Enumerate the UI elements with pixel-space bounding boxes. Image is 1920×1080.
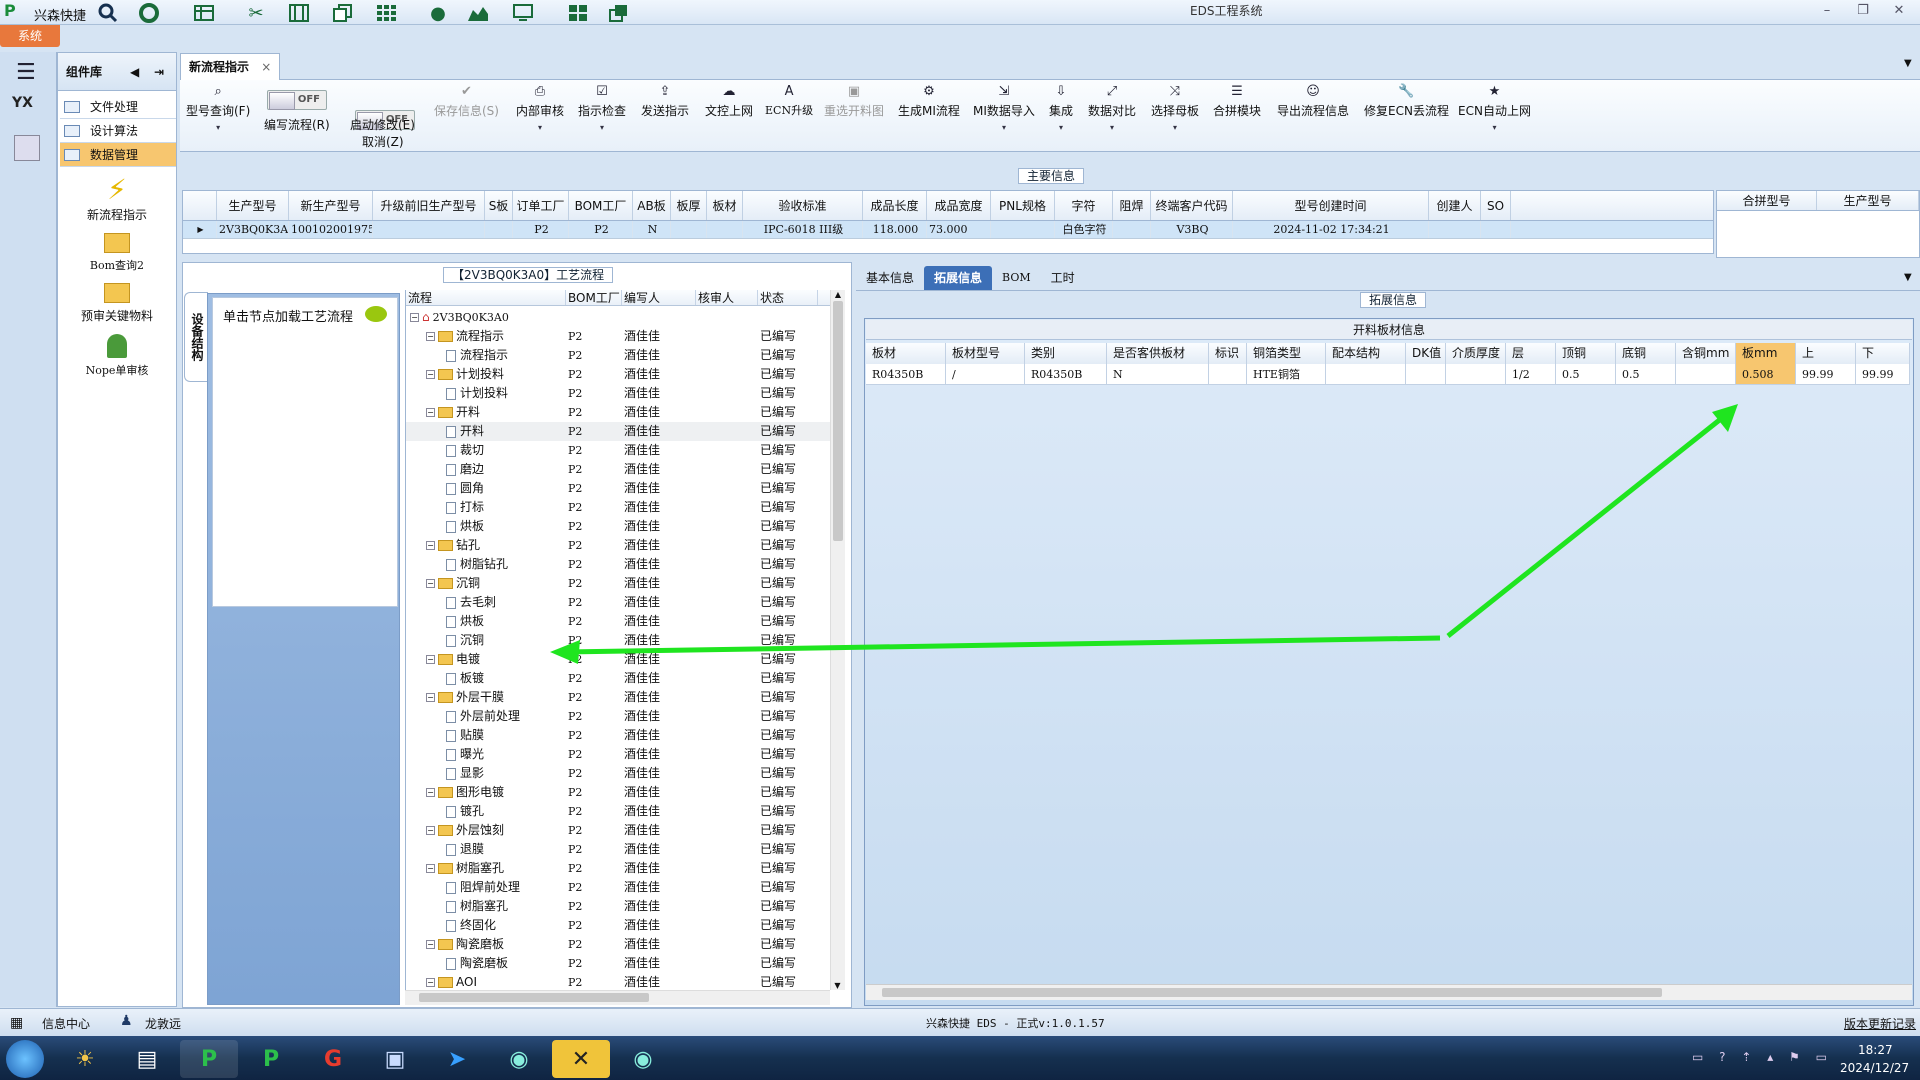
clock-time[interactable]: 18:27 [1858,1043,1893,1057]
annotation-arrow-left [564,635,1441,655]
taskbar-app-icon[interactable]: G [304,1040,362,1078]
annotation-arrow-up [1446,416,1724,638]
version-history-link[interactable]: 版本更新记录 [1844,1015,1916,1032]
user-name: 龙敦远 [145,1017,182,1031]
start-button[interactable] [6,1040,44,1078]
taskbar-app-icon[interactable]: ✕ [552,1040,610,1078]
version-text: 兴森快捷 EDS - 正式v:1.0.1.57 [926,1017,1105,1030]
info-center-link[interactable]: 信息中心 [42,1015,90,1032]
taskbar-app-icon[interactable]: ▣ [366,1040,424,1078]
annotation-arrows [550,404,1738,664]
taskbar-app-icon[interactable]: P [242,1040,300,1078]
clock-date[interactable]: 2024/12/27 [1840,1061,1909,1075]
taskbar-app-icon[interactable]: P [180,1040,238,1078]
arrowhead-up [1712,404,1738,432]
status-bar: ▦ 信息中心 ♟ 龙敦远 兴森快捷 EDS - 正式v:1.0.1.57 版本更… [0,1008,1920,1036]
taskbar-app-icon[interactable]: ☀ [56,1040,114,1078]
tray-icons[interactable]: ▭ ? ⇡ ▴ ⚑ ▭ [1692,1050,1833,1064]
taskbar-app-icon[interactable]: ◉ [614,1040,672,1078]
arrowhead-left [550,640,580,664]
user-icon: ♟ [120,1013,133,1029]
taskbar-app-icon[interactable]: ◉ [490,1040,548,1078]
taskbar-app-icon[interactable]: ➤ [428,1040,486,1078]
taskbar-app-icon[interactable]: ▤ [118,1040,176,1078]
windows-icon: ▦ [10,1015,24,1031]
